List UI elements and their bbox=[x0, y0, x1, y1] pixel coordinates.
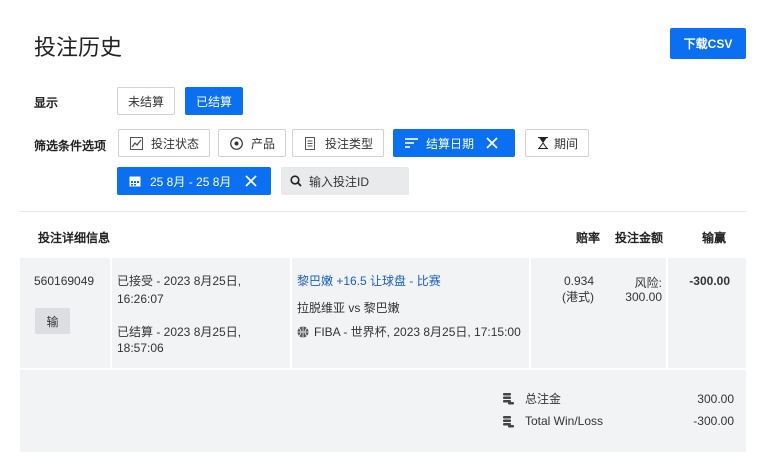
bet-id-search-input[interactable]: 输入投注ID bbox=[281, 167, 409, 195]
event-info: FIBA - 世界杯, 2023 8月25日, 17:15:00 bbox=[297, 324, 521, 340]
total-win-loss-value: -300.00 bbox=[693, 414, 734, 428]
basketball-icon bbox=[297, 326, 309, 338]
filters-label: 筛选条件选项 bbox=[34, 139, 107, 153]
soccer-ball-icon bbox=[229, 136, 243, 150]
search-icon bbox=[289, 174, 303, 188]
stake-value: 300.00 bbox=[625, 290, 662, 304]
settled-toggle[interactable]: 已结算 bbox=[185, 87, 244, 115]
calendar-icon bbox=[128, 174, 142, 188]
filter-bet-status[interactable]: 投注状态 bbox=[118, 129, 211, 157]
filter-product[interactable]: 产品 bbox=[218, 129, 287, 157]
filter-settle-date[interactable]: 结算日期 bbox=[393, 129, 515, 157]
filter-period[interactable]: 期间 bbox=[525, 129, 590, 157]
unsettled-label: 未结算 bbox=[128, 94, 165, 109]
bet-id: 560169049 bbox=[34, 274, 95, 288]
close-icon[interactable] bbox=[486, 137, 498, 149]
display-label: 显示 bbox=[34, 96, 59, 110]
header-details: 投注详细信息 bbox=[38, 231, 111, 245]
event-text: FIBA - 世界杯, 2023 8月25日, 17:15:00 bbox=[314, 325, 521, 339]
search-placeholder: 输入投注ID bbox=[309, 174, 370, 189]
hourglass-icon bbox=[536, 136, 550, 150]
settled-time: 已结算 - 2023 8月25日, bbox=[117, 325, 242, 339]
filter-product-label: 产品 bbox=[251, 136, 276, 151]
receipt-icon bbox=[303, 136, 317, 150]
unsettled-toggle[interactable]: 未结算 bbox=[117, 87, 176, 115]
settled-time-clock: 18:57:06 bbox=[117, 341, 164, 355]
result-badge: 输 bbox=[35, 308, 70, 334]
match-name: 拉脱维亚 vs 黎巴嫩 bbox=[297, 301, 400, 315]
chart-icon bbox=[129, 136, 143, 150]
sort-icon bbox=[404, 136, 418, 150]
win-loss-value: -300.00 bbox=[689, 274, 730, 288]
settled-label: 已结算 bbox=[196, 94, 233, 109]
date-range-chip[interactable]: 25 8月 - 25 8月 bbox=[117, 167, 271, 195]
filter-settle-date-label: 结算日期 bbox=[426, 136, 475, 151]
column-separator bbox=[666, 258, 668, 368]
total-stake-label: 总注金 bbox=[525, 392, 562, 406]
divider bbox=[20, 211, 746, 212]
total-stake-value: 300.00 bbox=[697, 392, 734, 406]
summary-panel: 总注金 300.00 Total Win/Loss -300.00 bbox=[20, 370, 746, 452]
filter-bet-status-label: 投注状态 bbox=[151, 136, 200, 151]
coins-icon bbox=[503, 392, 514, 408]
header-win-loss: 输赢 bbox=[702, 231, 727, 245]
selection-link[interactable]: 黎巴嫩 +16.5 让球盘 - 比赛 bbox=[297, 273, 441, 289]
filter-bet-type[interactable]: 投注类型 bbox=[292, 129, 385, 157]
column-separator bbox=[110, 258, 112, 368]
header-odds: 赔率 bbox=[576, 231, 601, 245]
filter-bet-type-label: 投注类型 bbox=[325, 136, 374, 151]
date-range-label: 25 8月 - 25 8月 bbox=[150, 174, 232, 189]
odds-type: (港式) bbox=[562, 290, 594, 304]
download-csv-button[interactable]: 下载CSV bbox=[670, 28, 746, 59]
column-separator bbox=[529, 258, 531, 368]
close-icon[interactable] bbox=[245, 175, 258, 187]
filter-period-label: 期间 bbox=[554, 136, 579, 151]
page-title: 投注历史 bbox=[34, 35, 123, 60]
coins-icon bbox=[503, 415, 514, 431]
total-win-loss-label: Total Win/Loss bbox=[525, 414, 604, 428]
odds-value: 0.934 bbox=[563, 274, 594, 288]
accepted-time-clock: 16:26:07 bbox=[117, 292, 164, 306]
accepted-time: 已接受 - 2023 8月25日, bbox=[117, 274, 242, 288]
column-separator bbox=[290, 258, 292, 368]
header-stake: 投注金额 bbox=[615, 231, 664, 245]
table-row: 560169049 输 已接受 - 2023 8月25日, 16:26:07 已… bbox=[20, 258, 746, 368]
